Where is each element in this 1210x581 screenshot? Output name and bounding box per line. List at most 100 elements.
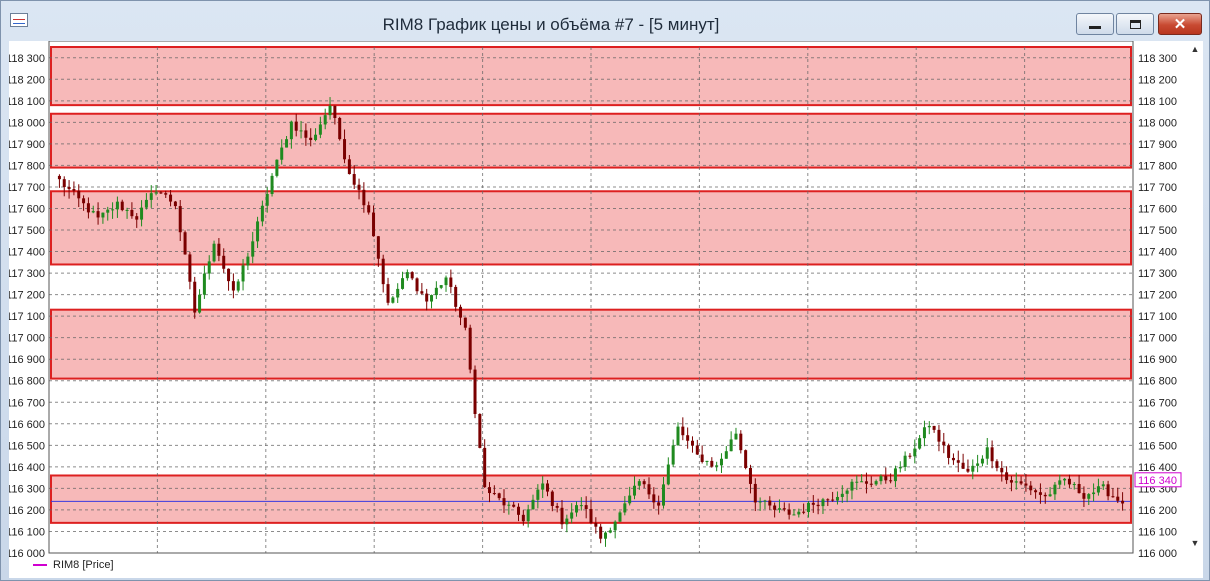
candle-body: [304, 130, 308, 138]
y-tick-label-right: 116 600: [1138, 419, 1177, 431]
candle-body: [130, 209, 134, 217]
candle-body: [260, 205, 264, 222]
candle-body: [710, 460, 714, 467]
candle-body: [956, 460, 960, 463]
candle-body: [1038, 492, 1042, 495]
candle-body: [241, 265, 245, 282]
candle-body: [729, 439, 733, 452]
candle-body: [434, 287, 438, 296]
candle-body: [72, 189, 76, 191]
axis-scroll-down-icon[interactable]: ▼: [1189, 537, 1201, 549]
candle-body: [1000, 467, 1004, 473]
candle-body: [1009, 480, 1013, 483]
candle-body: [884, 476, 888, 481]
candle-body: [202, 273, 206, 295]
candle-body: [227, 268, 231, 282]
candle-body: [246, 256, 250, 266]
candle-body: [1116, 496, 1120, 501]
candle-body: [275, 159, 279, 176]
candle-body: [1072, 484, 1076, 486]
candle-body: [908, 455, 912, 457]
y-tick-label-left: 116 300: [9, 483, 45, 495]
support-resistance-zone-3: [50, 308, 1132, 380]
candle-body: [183, 232, 187, 255]
candle-body: [657, 502, 661, 506]
candle-body: [367, 205, 371, 213]
candle-body: [144, 199, 148, 208]
y-tick-label-right: 117 600: [1138, 203, 1177, 215]
candle-body: [1096, 486, 1100, 493]
candle-body: [971, 465, 975, 472]
y-tick-label-left: 117 200: [9, 290, 45, 302]
y-tick-label-left: 116 600: [9, 419, 45, 431]
y-tick-label-right: 118 300: [1138, 53, 1177, 65]
candle-body: [579, 505, 583, 507]
candle-body: [531, 499, 535, 510]
candle-body: [695, 445, 699, 455]
y-tick-label-left: 117 100: [9, 311, 45, 323]
y-tick-label-left: 118 200: [9, 74, 45, 86]
candle-body: [352, 174, 356, 185]
candle-body: [1029, 485, 1033, 491]
y-tick-label-right: 117 100: [1138, 311, 1177, 323]
candle-body: [879, 476, 883, 482]
candle-body: [135, 216, 139, 220]
y-tick-label-right: 116 100: [1138, 526, 1177, 538]
candle-body: [62, 179, 66, 188]
y-tick-label-right: 116 400: [1138, 462, 1177, 474]
candle-body: [299, 130, 303, 132]
candle-body: [497, 493, 501, 499]
candle-body: [661, 484, 665, 506]
candle-body: [546, 483, 550, 492]
candle-body: [831, 499, 835, 501]
candle-body: [565, 518, 569, 525]
minimize-button[interactable]: [1076, 13, 1114, 35]
candle-body: [285, 139, 289, 148]
chart-client-area: 116 000 116 000 116 100 116 100 116 200 116 2…: [9, 41, 1203, 578]
maximize-button[interactable]: [1116, 13, 1154, 35]
candle-body: [937, 429, 941, 442]
candle-body: [715, 465, 719, 467]
candle-body: [1005, 472, 1009, 481]
candle-body: [430, 295, 434, 302]
candle-body: [289, 121, 293, 140]
candle-body: [918, 438, 922, 449]
candle-body: [816, 504, 820, 507]
candle-body: [898, 467, 902, 469]
candle-body: [734, 433, 738, 440]
minimize-icon: [1089, 26, 1101, 29]
candle-body: [280, 147, 284, 160]
candle-body: [821, 499, 825, 507]
candle-body: [603, 532, 607, 539]
close-button[interactable]: ✕: [1158, 13, 1202, 35]
candle-body: [850, 481, 854, 491]
y-tick-label-right: 117 200: [1138, 290, 1177, 302]
candle-body: [333, 105, 337, 118]
candle-body: [845, 490, 849, 494]
candle-body: [942, 441, 946, 446]
candle-body: [309, 137, 313, 141]
candle-body: [343, 139, 347, 160]
y-tick-label-right: 117 000: [1138, 333, 1177, 345]
y-tick-label-right: 117 300: [1138, 268, 1177, 280]
candle-body: [806, 502, 810, 512]
candle-body: [512, 504, 516, 507]
candle-body: [966, 468, 970, 472]
candle-body: [550, 491, 554, 506]
candle-body: [91, 211, 95, 213]
candle-body: [570, 512, 574, 519]
candle-body: [454, 286, 458, 307]
y-tick-label-right: 116 700: [1138, 397, 1177, 409]
candle-body: [647, 484, 651, 495]
candle-body: [106, 209, 110, 213]
candle-body: [270, 175, 274, 194]
candle-body: [483, 447, 487, 488]
window-title: RIM8 График цены и объёма #7 - [5 минут]: [382, 15, 720, 34]
y-tick-label-right: 116 800: [1138, 376, 1177, 388]
candle-body: [700, 454, 704, 462]
candle-body: [1019, 481, 1023, 484]
title-bar[interactable]: RIM8 График цены и объёма #7 - [5 минут]…: [1, 1, 1209, 41]
axis-scroll-up-icon[interactable]: ▲: [1189, 43, 1201, 55]
price-chart[interactable]: 116 000 116 000116 100 116 100116 200 116 2…: [9, 41, 1203, 578]
candle-body: [724, 451, 728, 459]
